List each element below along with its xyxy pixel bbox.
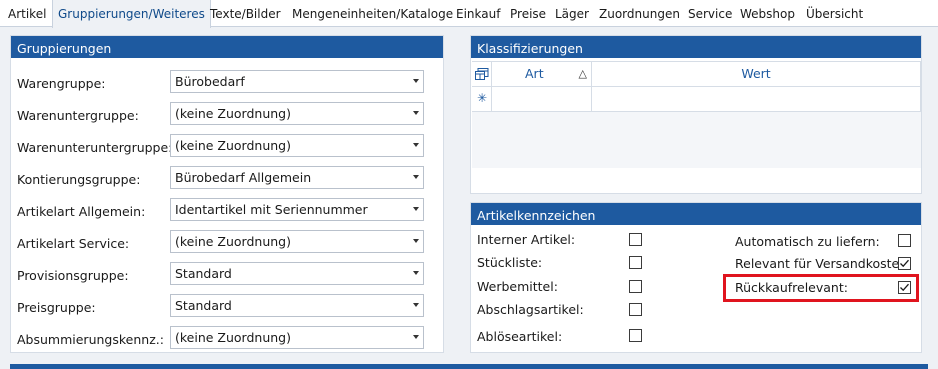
grid-options-cell[interactable]	[472, 62, 492, 87]
provisionsgruppe-value: Standard	[175, 266, 232, 281]
kontierungsgruppe-select[interactable]: Bürobedarf Allgemein	[170, 166, 424, 189]
chevron-down-icon	[413, 207, 419, 211]
tab-webshop[interactable]: Webshop	[737, 0, 798, 27]
klassifizierungen-grid: Art △ Wert ✳	[472, 61, 921, 168]
interner-artikel-checkbox[interactable]	[629, 233, 642, 246]
warenunteruntergruppe-value: (keine Zuordnung)	[175, 138, 291, 153]
checkmark-icon	[900, 283, 909, 292]
checkmark-icon	[900, 259, 909, 268]
tab-artikel[interactable]: Artikel	[5, 0, 49, 27]
relevant-versandkosten-label: Relevant für Versandkosten	[735, 256, 908, 271]
werbemittel-label: Werbemittel:	[477, 279, 558, 294]
artikelart-allgemein-select[interactable]: Identartikel mit Seriennummer	[170, 198, 424, 221]
abloeseartikel-checkbox[interactable]	[629, 329, 642, 342]
chevron-down-icon	[413, 335, 419, 339]
artikelart-service-label: Artikelart Service:	[17, 236, 130, 251]
warenuntergruppe-select[interactable]: (keine Zuordnung)	[170, 102, 424, 125]
artikelart-allgemein-label: Artikelart Allgemein:	[17, 204, 146, 219]
gruppierungen-title: Gruppierungen	[11, 36, 443, 58]
new-row-art-cell[interactable]	[492, 87, 592, 112]
chevron-down-icon	[413, 239, 419, 243]
artikelkennzeichen-title: Artikelkennzeichen	[471, 203, 921, 225]
warenuntergruppe-label: Warenuntergruppe:	[17, 108, 139, 123]
gruppierungen-panel: Gruppierungen Warengruppe: Bürobedarf Wa…	[10, 35, 444, 353]
absummierungskennz-value: (keine Zuordnung)	[175, 330, 291, 345]
chevron-down-icon	[413, 175, 419, 179]
new-row-indicator[interactable]: ✳	[472, 87, 492, 112]
rueckkaufrelevant-label: Rückkaufrelevant:	[735, 280, 848, 295]
warengruppe-select[interactable]: Bürobedarf	[170, 70, 424, 93]
kontierungsgruppe-value: Bürobedarf Allgemein	[175, 170, 312, 185]
chevron-down-icon	[413, 111, 419, 115]
kontierungsgruppe-label: Kontierungsgruppe:	[17, 172, 141, 187]
klassifizierungen-title: Klassifizierungen	[471, 36, 921, 58]
new-row-wert-cell[interactable]	[592, 87, 921, 112]
tab-zuordnungen[interactable]: Zuordnungen	[596, 0, 683, 27]
next-section-header	[10, 364, 928, 369]
tab-bar: Artikel Gruppierungen/Weiteres Texte/Bil…	[0, 0, 938, 28]
warengruppe-label: Warengruppe:	[17, 76, 106, 91]
absummierungskennz-label: Absummierungskennz.:	[17, 332, 164, 347]
chevron-down-icon	[413, 271, 419, 275]
preisgruppe-value: Standard	[175, 298, 232, 313]
provisionsgruppe-select[interactable]: Standard	[170, 262, 424, 285]
column-header-art[interactable]: Art △	[492, 62, 592, 87]
artikelart-service-value: (keine Zuordnung)	[175, 234, 291, 249]
automatisch-zu-liefern-label: Automatisch zu liefern:	[735, 234, 880, 249]
tab-uebersicht[interactable]: Übersicht	[803, 0, 866, 27]
chevron-down-icon	[413, 79, 419, 83]
column-header-art-label: Art	[525, 66, 544, 81]
tab-einkauf[interactable]: Einkauf	[453, 0, 503, 27]
warenunteruntergruppe-select[interactable]: (keine Zuordnung)	[170, 134, 424, 157]
abschlagsartikel-label: Abschlagsartikel:	[477, 302, 584, 317]
absummierungskennz-select[interactable]: (keine Zuordnung)	[170, 326, 424, 349]
stueckliste-label: Stückliste:	[477, 255, 543, 270]
tab-mengeneinheiten-kataloge[interactable]: Mengeneinheiten/Kataloge	[289, 0, 456, 27]
werbemittel-checkbox[interactable]	[629, 280, 642, 293]
new-row-icon: ✳	[477, 91, 488, 105]
chevron-down-icon	[413, 143, 419, 147]
sort-ascending-icon: △	[578, 67, 587, 80]
abloeseartikel-label: Ablöseartikel:	[477, 329, 563, 344]
column-header-wert-label: Wert	[741, 66, 771, 81]
tab-service[interactable]: Service	[685, 0, 735, 27]
relevant-versandkosten-checkbox[interactable]	[898, 257, 911, 270]
tab-texte-bilder[interactable]: Texte/Bilder	[207, 0, 284, 27]
preisgruppe-label: Preisgruppe:	[17, 300, 96, 315]
abschlagsartikel-checkbox[interactable]	[629, 303, 642, 316]
tab-preise[interactable]: Preise	[507, 0, 549, 27]
warengruppe-value: Bürobedarf	[175, 74, 245, 89]
column-chooser-icon	[475, 68, 489, 80]
artikelart-allgemein-value: Identartikel mit Seriennummer	[175, 202, 368, 217]
tab-gruppierungen-weiteres[interactable]: Gruppierungen/Weiteres	[52, 0, 211, 28]
artikelart-service-select[interactable]: (keine Zuordnung)	[170, 230, 424, 253]
artikelkennzeichen-panel: Artikelkennzeichen Interner Artikel: Stü…	[470, 202, 922, 353]
klassifizierungen-panel: Klassifizierungen Art △ Wert ✳	[470, 35, 922, 194]
interner-artikel-label: Interner Artikel:	[477, 232, 576, 247]
provisionsgruppe-label: Provisionsgruppe:	[17, 268, 129, 283]
preisgruppe-select[interactable]: Standard	[170, 294, 424, 317]
automatisch-zu-liefern-checkbox[interactable]	[898, 234, 911, 247]
chevron-down-icon	[413, 303, 419, 307]
stueckliste-checkbox[interactable]	[629, 256, 642, 269]
tab-laeger[interactable]: Läger	[552, 0, 592, 27]
column-header-wert[interactable]: Wert	[592, 62, 921, 87]
warenunteruntergruppe-label: Warenunteruntergruppe:	[17, 140, 173, 155]
rueckkaufrelevant-checkbox[interactable]	[898, 281, 911, 294]
warenuntergruppe-value: (keine Zuordnung)	[175, 106, 291, 121]
